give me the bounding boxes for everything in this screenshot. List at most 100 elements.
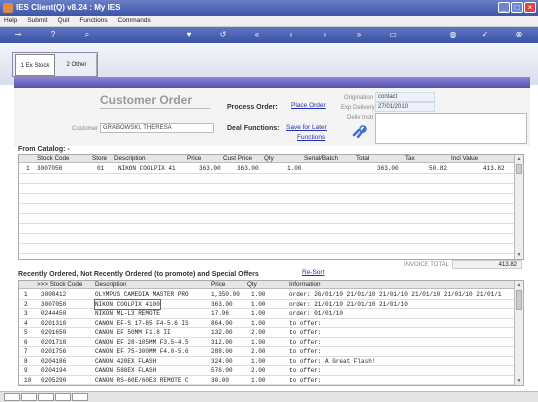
qty-cell[interactable]: 1.00 [251,319,265,329]
info-cell[interactable]: order: 26/01/10 21/01/10 21/01/10 21/01/… [289,290,501,300]
desc-cell[interactable]: CANON EF 28-105MM F3.5-4.5 [95,338,189,348]
tab-other[interactable]: 2 Other [57,54,97,76]
menu-help[interactable]: Help [0,16,21,25]
code-cell[interactable]: 0201756 [41,347,66,357]
qty-cell[interactable]: 2.00 [251,328,265,338]
description-cell[interactable]: NIKON COOLPIX 41 [118,164,176,174]
recent-row[interactable]: 5 0201650 CANON EF 50MM F1.8 II 132.00 2.00 t… [19,328,514,338]
scroll-down-icon[interactable]: ▼ [516,378,522,384]
prev-icon[interactable]: ‹ [284,29,298,41]
undo-icon[interactable]: ↺ [216,29,230,41]
close-window-button[interactable]: × [524,2,536,13]
page-icon[interactable]: ▭ [386,29,400,41]
re-sort-link[interactable]: Re-Sort [302,269,324,276]
price-cell[interactable]: 288.00 [211,347,233,357]
code-cell[interactable]: 0205290 [41,376,66,386]
close-icon[interactable]: ⊗ [512,29,526,41]
recent-row[interactable]: 2 3007058 NIKON COOLPIX 4100 363.00 1.00 orde… [19,298,514,310]
status-button[interactable] [21,393,37,401]
info-cell[interactable]: to offer: [289,338,321,348]
qty-cell[interactable]: 1.00 [251,376,265,386]
scroll-thumb[interactable] [516,290,522,310]
help-icon[interactable]: ? [46,29,60,41]
info-cell[interactable]: to offer: [289,319,321,329]
check-icon[interactable]: ✓ [478,29,492,41]
cust-price-cell[interactable]: 363.00 [237,164,259,174]
code-cell[interactable]: 3007058 [41,300,66,310]
code-cell[interactable]: 0204194 [41,366,66,376]
desc-cell[interactable]: CANON 420EX FLASH [95,357,156,367]
recent-row[interactable]: 7 0201756 CANON EF 75-300MM F4.0-5.6 288.00… [19,347,514,357]
next-icon[interactable]: › [318,29,332,41]
save-for-later-link[interactable]: Save for Later [286,124,327,131]
desc-cell[interactable]: OLYMPUS CAMEDIA MASTER PRO [95,290,189,300]
recent-row[interactable]: 8 0204186 CANON 420EX FLASH 324.00 1.00 to of… [19,357,514,367]
price-cell[interactable]: 864.00 [211,319,233,329]
price-cell[interactable]: 363.00 [211,300,233,310]
empty-row[interactable] [19,234,514,244]
status-button[interactable] [72,393,88,401]
catalog-scrollbar[interactable]: ▲ ▼ [514,155,523,259]
link-icon[interactable] [352,124,368,138]
info-cell[interactable]: to offer: [289,347,321,357]
code-cell[interactable]: 0244450 [41,309,66,319]
desc-cell[interactable]: CANON EF-S 17-85 F4-5.6 IS [95,319,189,329]
price-cell[interactable]: 576.00 [211,366,233,376]
empty-row[interactable] [19,224,514,234]
scroll-up-icon[interactable]: ▲ [516,282,522,288]
empty-row[interactable] [19,174,514,184]
desc-cell[interactable]: CANON EF 75-300MM F4.0-5.6 [95,347,189,357]
price-cell[interactable]: 132.00 [211,328,233,338]
code-cell[interactable]: 3008412 [41,290,66,300]
info-cell[interactable]: to offer: [289,376,321,386]
desc-cell[interactable]: CANON EF 50MM F1.8 II [95,328,171,338]
place-order-link[interactable]: Place Order [291,102,326,109]
info-cell[interactable]: to offer: A Great Flash! [289,357,375,367]
customer-field[interactable]: GRABOWSKI, THERESA [100,123,214,133]
last-icon[interactable]: » [352,29,366,41]
status-button[interactable] [38,393,54,401]
info-cell[interactable]: order: 21/01/10 21/01/10 21/01/10 [289,300,408,310]
desc-cell[interactable]: NIKON COOLPIX 4100 [94,298,161,310]
origination-field[interactable]: contact [375,92,435,102]
desc-cell[interactable]: CANON RS-60E/60E3 REMOTE C [95,376,189,386]
code-cell[interactable]: 0201650 [41,328,66,338]
catalog-row[interactable]: 1 3007058 01 NIKON COOLPIX 41 363.00 363… [19,164,514,174]
empty-row[interactable] [19,214,514,224]
scroll-up-icon[interactable]: ▲ [516,156,522,162]
price-cell[interactable]: 312.00 [211,338,233,348]
qty-cell[interactable]: 2.00 [251,366,265,376]
qty-cell[interactable]: 1.00 [251,309,265,319]
minimize-button[interactable]: _ [498,2,510,13]
qty-cell[interactable]: 1.00 [251,300,265,310]
maximize-button[interactable]: □ [511,2,523,13]
desc-cell[interactable]: NIKON ML-L3 REMOTE [95,309,160,319]
menu-commands[interactable]: Commands [114,16,155,25]
code-cell[interactable]: 0201718 [41,338,66,348]
menu-submit[interactable]: Submit [23,16,51,25]
info-cell[interactable]: order: 01/01/10 [289,309,343,319]
scroll-down-icon[interactable]: ▼ [516,252,522,258]
price-cell[interactable]: 1,350.00 [211,290,240,300]
functions-link[interactable]: Functions [297,134,325,141]
qty-cell[interactable]: 1.00 [251,338,265,348]
price-cell[interactable]: 324.00 [211,357,233,367]
globe-icon[interactable]: ◍ [446,29,460,41]
empty-row[interactable] [19,184,514,194]
status-button[interactable] [4,393,20,401]
menu-functions[interactable]: Functions [75,16,111,25]
status-button[interactable] [55,393,71,401]
empty-row[interactable] [19,194,514,204]
price-cell[interactable]: 17.96 [211,309,229,319]
deliv-instr-field[interactable] [375,113,527,144]
store-cell[interactable]: 01 [97,164,104,174]
key-icon[interactable]: ⊸ [6,29,30,41]
menu-quit[interactable]: Quit [54,16,74,25]
recent-scrollbar[interactable]: ▲ ▼ [514,281,523,385]
recent-row[interactable]: 10 0205290 CANON RS-60E/60E3 REMOTE C 30.00… [19,376,514,386]
code-cell[interactable]: 0201310 [41,319,66,329]
recent-row[interactable]: 4 0201310 CANON EF-S 17-85 F4-5.6 IS 864.00… [19,319,514,329]
price-cell[interactable]: 30.00 [211,376,229,386]
code-cell[interactable]: 0204186 [41,357,66,367]
scroll-thumb[interactable] [516,164,522,174]
